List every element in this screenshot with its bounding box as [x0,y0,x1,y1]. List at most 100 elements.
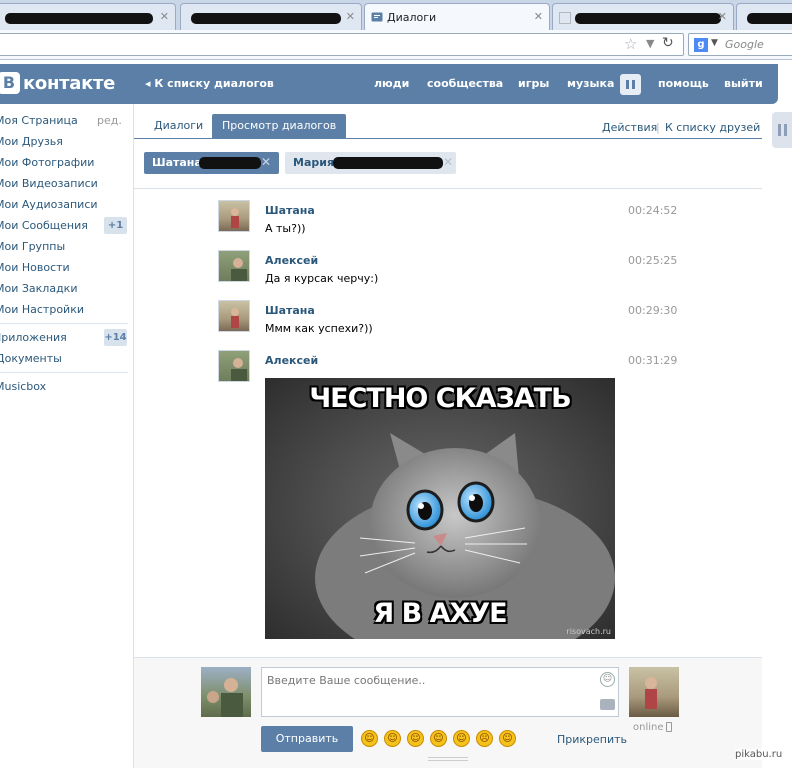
person-icon [231,358,247,381]
wink-emoji-icon[interactable]: ☺ [384,730,401,747]
avatar[interactable] [201,667,251,717]
browser-tabstrip: ✕ ✕ Диалоги ✕ ✕ [0,0,792,30]
chevron-down-icon[interactable]: ▼ [711,38,718,48]
friends-list-link[interactable]: К списку друзей [665,121,760,134]
meme-top-caption: ЧЕСТНО СКАЗАТЬ [309,383,571,414]
message-author[interactable]: Алексей [265,354,318,367]
close-icon[interactable]: ✕ [534,10,543,23]
sidebar-item-videos[interactable]: Мои Видеозаписи [0,177,98,193]
site-watermark: pikabu.ru [735,749,783,760]
sidebar-item-bookmarks[interactable]: Мои Закладки [0,282,77,298]
laugh-emoji-icon[interactable]: ☺ [407,730,424,747]
sidebar-item-news[interactable]: Мои Новости [0,261,70,277]
divider [134,188,762,189]
browser-tab-2[interactable]: ✕ [180,3,362,30]
nav-people[interactable]: люди [374,77,409,90]
avatar[interactable] [218,200,250,232]
browser-tab-dialogs[interactable]: Диалоги ✕ [364,3,550,30]
image-watermark: risovach.ru [566,627,611,636]
sidebar-item-friends[interactable]: Мои Друзья [0,135,63,151]
close-icon[interactable]: ✕ [160,10,169,23]
browser-tab-4[interactable]: ✕ [552,3,734,30]
player-toggle-icon[interactable] [772,112,792,148]
avatar[interactable] [218,300,250,332]
nav-communities[interactable]: сообщества [427,77,503,90]
sidebar-item-settings[interactable]: Мои Настройки [0,303,84,319]
browser-tab-1[interactable]: ✕ [0,3,176,30]
browser-tab-5[interactable] [736,3,792,30]
redacted-surname [333,157,443,169]
sidebar-item-musicbox[interactable]: Musicbox [0,380,46,396]
avatar[interactable] [629,667,679,717]
message-input[interactable]: Введите Ваше сообщение.. ☺ [261,667,619,717]
camera-icon[interactable] [600,699,615,710]
logo-text: контакте [23,73,116,94]
sidebar-item-apps[interactable]: Приложения [0,331,67,347]
person-icon [645,677,657,709]
attach-link[interactable]: Прикрепить [557,733,627,746]
send-button[interactable]: Отправить [261,726,353,752]
address-bar[interactable]: ☆ ▼ ↻ [0,33,684,56]
person-icon [231,208,239,228]
search-input[interactable]: g ▼ Google [688,33,792,56]
kiss-emoji-icon[interactable]: ☺ [453,730,470,747]
avatar[interactable] [218,250,250,282]
close-icon[interactable]: ✕ [718,10,727,23]
back-link-label: К списку диалогов [154,77,274,90]
message-author[interactable]: Алексей [265,254,318,267]
avatar[interactable] [218,350,250,382]
tab-view-dialogs[interactable]: Просмотр диалогов [212,114,347,138]
message-time: 00:31:29 [628,354,678,367]
message-icon [371,12,383,22]
sidebar-item-my-page[interactable]: Моя Страница [0,114,78,130]
edit-link[interactable]: ред. [97,114,122,127]
sad-emoji-icon[interactable]: ☹ [476,730,493,747]
redacted-title [747,13,792,24]
attached-image[interactable]: ЧЕСТНО СКАЗАТЬ Я В АХУЕ risovach.ru [265,378,615,639]
resize-handle[interactable] [428,757,468,761]
close-icon[interactable]: ✕ [261,155,271,169]
tab-title: Диалоги [387,11,437,24]
message-author[interactable]: Шатана [265,304,315,317]
participant-name: Шатана [152,156,202,169]
grin-emoji-icon[interactable]: ☺ [499,730,516,747]
chevron-down-icon[interactable]: ▼ [646,37,654,50]
close-icon[interactable]: ✕ [346,10,355,23]
message-placeholder: Введите Ваше сообщение.. [267,674,426,687]
sidebar-item-audio[interactable]: Мои Аудиозаписи [0,198,98,214]
nav-help[interactable]: помощь [658,77,709,90]
meme-bottom-caption: Я В АХУЕ [373,598,507,629]
message-author[interactable]: Шатана [265,204,315,217]
sidebar-item-messages[interactable]: Мои Сообщения [0,219,88,235]
nav-logout[interactable]: выйти [724,77,763,90]
smile-icon[interactable]: ☺ [600,672,615,687]
sidebar-item-groups[interactable]: Мои Группы [0,240,65,256]
message-text: Ммм как успехи?)) [265,322,373,335]
participant-tag[interactable]: Мария ✕ [285,152,456,174]
message-time: 00:24:52 [628,204,678,217]
redacted-title [575,13,721,24]
participant-tag[interactable]: Шатана ✕ [144,152,279,174]
messages-count-badge[interactable]: +1 [104,217,127,234]
pause-icon[interactable] [620,74,641,95]
star-icon[interactable]: ☆ [624,35,637,53]
nav-games[interactable]: игры [518,77,549,90]
blush-emoji-icon[interactable]: ☺ [430,730,447,747]
sidebar-item-photos[interactable]: Мои Фотографии [0,156,94,172]
apps-count-badge[interactable]: +14 [104,329,127,346]
message-text: Да я курсак черчу:) [265,272,379,285]
logo-badge: В [0,72,20,94]
back-to-dialogs-link[interactable]: ◂ К списку диалогов [145,77,274,90]
tab-dialogs[interactable]: Диалоги [144,114,213,138]
blank-page-icon [559,12,571,24]
sidebar-divider [0,372,128,373]
smile-emoji-icon[interactable]: ☺ [361,730,378,747]
actions-link[interactable]: Действия [602,121,657,134]
reload-icon[interactable]: ↻ [662,35,674,51]
close-icon[interactable]: ✕ [443,155,453,169]
sidebar-item-documents[interactable]: Документы [0,352,62,368]
google-icon[interactable]: g [694,38,708,52]
redacted-title [191,13,341,24]
nav-music[interactable]: музыка [567,77,614,90]
person-icon [207,678,243,717]
